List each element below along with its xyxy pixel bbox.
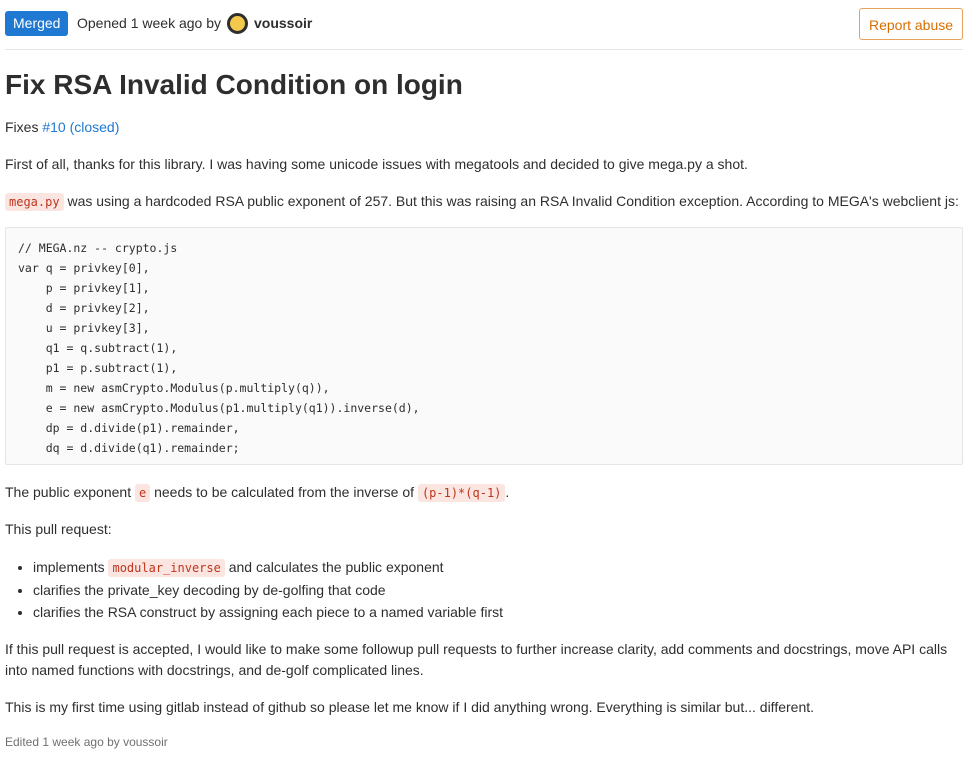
followup-paragraph: If this pull request is accepted, I woul… [5, 641, 948, 678]
inline-code-modular-inverse: modular_inverse [108, 559, 225, 577]
author-link[interactable]: voussoir [254, 11, 312, 36]
exponent-text: was using a hardcoded RSA public exponen… [63, 193, 959, 209]
avatar[interactable] [227, 13, 248, 34]
intro-paragraph: First of all, thanks for this library. I… [5, 156, 748, 172]
code-block: // MEGA.nz -- crypto.js var q = privkey[… [5, 227, 963, 465]
list-item1-text-b: and calculates the public exponent [224, 559, 444, 575]
list-item: clarifies the RSA construct by assigning… [33, 601, 503, 623]
opened-meta-text: Opened 1 week ago by [77, 15, 221, 31]
fixes-line: Fixes #10 (closed) [5, 117, 119, 137]
list-item: clarifies the private_key decoding by de… [33, 579, 503, 601]
list-item: implements modular_inverse and calculate… [33, 556, 503, 579]
change-list: implements modular_inverse and calculate… [5, 556, 503, 623]
report-abuse-button[interactable]: Report abuse [859, 8, 963, 40]
this-pr-paragraph: This pull request: [5, 521, 112, 537]
public-text-b: needs to be calculated from the inverse … [150, 484, 418, 500]
inline-code-megapy: mega.py [5, 193, 64, 211]
public-text-c: . [505, 484, 510, 500]
edited-meta: Edited 1 week ago by voussoir [5, 735, 168, 749]
inline-code-p1q1: (p-1)*(q-1) [417, 484, 506, 502]
issue-link[interactable]: #10 (closed) [42, 119, 119, 135]
inline-code-e: e [134, 484, 151, 502]
issuable-header: Merged Opened 1 week ago by voussoir Rep… [5, 8, 963, 50]
fixes-prefix: Fixes [5, 119, 39, 135]
page-title: Fix RSA Invalid Condition on login [5, 69, 463, 100]
status-badge: Merged [5, 11, 69, 36]
public-text-a: The public exponent [5, 484, 135, 500]
exponent-paragraph: mega.py was using a hardcoded RSA public… [5, 191, 959, 212]
first-time-paragraph: This is my first time using gitlab inste… [5, 699, 815, 715]
public-exponent-paragraph: The public exponent e needs to be calcul… [5, 482, 509, 503]
list-item1-text-a: implements [33, 559, 109, 575]
